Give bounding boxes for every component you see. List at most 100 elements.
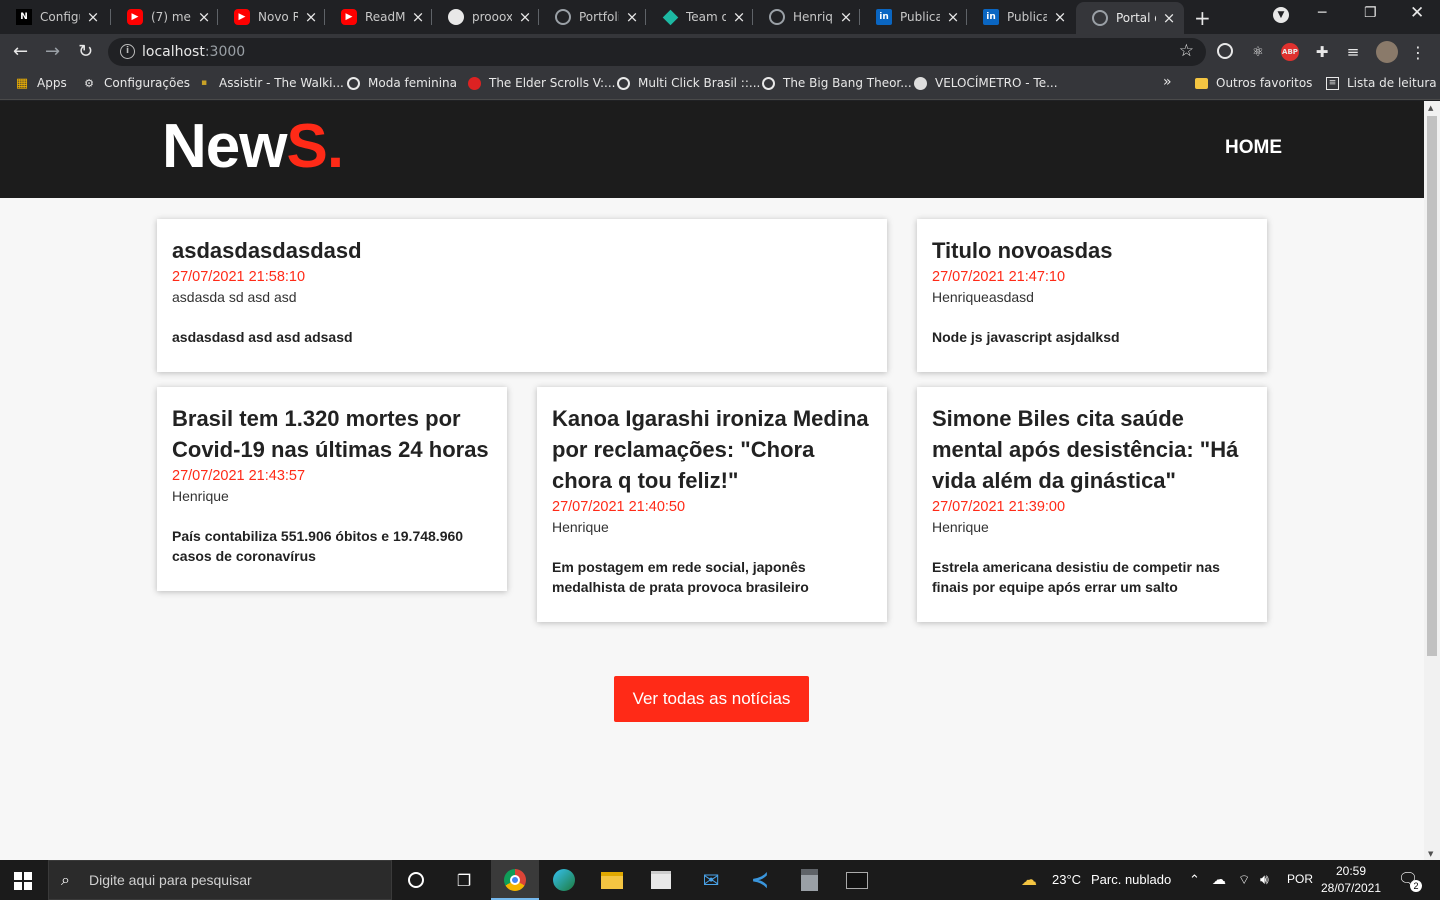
- weather-temperature[interactable]: 23°C: [1052, 872, 1081, 887]
- news-card[interactable]: asdasdasdasdasd 27/07/2021 21:58:10 asda…: [157, 219, 887, 372]
- apps-grid-icon: ▦: [15, 75, 29, 91]
- browser-tab[interactable]: Henriqu ×: [753, 4, 860, 30]
- news-title[interactable]: Titulo novoasdas: [932, 235, 1252, 266]
- weather-icon[interactable]: ☁: [1021, 870, 1037, 890]
- profile-avatar[interactable]: [1376, 41, 1398, 63]
- scroll-up-icon[interactable]: ▲: [1428, 104, 1433, 112]
- close-icon[interactable]: ×: [839, 8, 853, 26]
- browser-tab[interactable]: in Publicac ×: [967, 4, 1074, 30]
- bookmark-item[interactable]: ▪ Assistir - The Walki...: [197, 76, 344, 90]
- onedrive-cloud-icon[interactable]: ☁: [1212, 871, 1226, 888]
- menu-kebab-icon[interactable]: ⋮: [1409, 43, 1427, 62]
- language-indicator[interactable]: POR: [1287, 872, 1313, 886]
- browser-tab[interactable]: proooxy ×: [432, 4, 539, 30]
- reading-list-button[interactable]: ≡ Lista de leitura: [1326, 76, 1437, 90]
- minimize-icon[interactable]: ─: [1318, 5, 1326, 21]
- browser-tab[interactable]: Team o ×: [646, 4, 753, 30]
- close-icon[interactable]: ×: [86, 8, 100, 26]
- mail-icon[interactable]: ✉: [699, 868, 723, 892]
- bookmarks-overflow-icon[interactable]: »: [1163, 74, 1172, 90]
- close-icon[interactable]: ×: [1162, 9, 1176, 27]
- wifi-icon[interactable]: ⌔: [1238, 872, 1250, 888]
- file-explorer-icon[interactable]: [600, 868, 624, 892]
- news-card[interactable]: Kanoa Igarashi ironiza Medina por reclam…: [537, 387, 887, 622]
- reload-icon[interactable]: ↻: [78, 41, 93, 62]
- news-card[interactable]: Simone Biles cita saúde mental após desi…: [917, 387, 1267, 622]
- news-title[interactable]: Brasil tem 1.320 mortes por Covid-19 nas…: [172, 403, 492, 465]
- restore-icon[interactable]: ❐: [1364, 5, 1377, 21]
- logo-main: New: [162, 112, 287, 181]
- url-text[interactable]: localhost:3000: [142, 44, 245, 60]
- bookmark-item[interactable]: VELOCÍMETRO - Te...: [914, 76, 1058, 90]
- close-icon[interactable]: ×: [732, 8, 746, 26]
- bookmark-apps[interactable]: ▦ Apps: [15, 75, 67, 91]
- forward-icon[interactable]: →: [45, 41, 60, 62]
- view-all-news-button[interactable]: Ver todas as notícias: [614, 676, 809, 722]
- close-icon[interactable]: ×: [518, 8, 532, 26]
- terminal-icon[interactable]: [845, 868, 869, 892]
- adblock-plus-icon[interactable]: ABP: [1281, 43, 1299, 61]
- scroll-down-icon[interactable]: ▼: [1428, 850, 1433, 858]
- page-viewport: NewS. HOME asdasdasdasdasd 27/07/2021 21…: [0, 101, 1424, 860]
- news-title[interactable]: asdasdasdasdasd: [172, 235, 872, 266]
- chrome-icon[interactable]: [503, 868, 527, 892]
- weather-description[interactable]: Parc. nublado: [1091, 872, 1171, 887]
- tab-title: Team o: [686, 10, 726, 24]
- news-card[interactable]: Brasil tem 1.320 mortes por Covid-19 nas…: [157, 387, 507, 591]
- page-scrollbar[interactable]: ▲ ▼: [1424, 101, 1440, 860]
- globe-icon: [617, 76, 630, 90]
- address-bar[interactable]: i localhost:3000 ☆: [108, 38, 1206, 66]
- task-view-icon[interactable]: ❐: [452, 868, 476, 892]
- microsoft-store-icon[interactable]: [649, 868, 673, 892]
- tab-search-icon[interactable]: ▼: [1273, 7, 1289, 23]
- window-close-icon[interactable]: ✕: [1410, 3, 1424, 23]
- browser-tab[interactable]: ▶ Novo Re ×: [218, 4, 325, 30]
- github-icon: [448, 9, 464, 25]
- browser-tab[interactable]: N Configu ×: [0, 4, 111, 30]
- close-icon[interactable]: ×: [197, 8, 211, 26]
- edge-icon[interactable]: [552, 868, 576, 892]
- browser-tab[interactable]: in Publicac ×: [860, 4, 967, 30]
- bookmark-item[interactable]: ⚙ Configurações: [82, 76, 190, 90]
- bookmark-item[interactable]: The Big Bang Theor...: [762, 76, 912, 90]
- bookmark-item[interactable]: Moda feminina: [347, 76, 457, 90]
- cortana-icon[interactable]: [404, 868, 428, 892]
- bookmark-star-icon[interactable]: ☆: [1179, 41, 1194, 61]
- close-icon[interactable]: ×: [411, 8, 425, 26]
- new-tab-button[interactable]: +: [1194, 6, 1211, 30]
- react-devtools-icon[interactable]: ⚛: [1249, 43, 1267, 61]
- site-logo[interactable]: NewS.: [162, 111, 344, 182]
- news-title[interactable]: Simone Biles cita saúde mental após desi…: [932, 403, 1252, 496]
- close-icon[interactable]: ×: [946, 8, 960, 26]
- vscode-icon[interactable]: ≺: [748, 868, 772, 893]
- close-icon[interactable]: ×: [625, 8, 639, 26]
- chevron-up-icon[interactable]: ⌃: [1189, 872, 1200, 888]
- site-info-icon[interactable]: i: [120, 44, 135, 59]
- bookmark-item[interactable]: Multi Click Brasil ::...: [617, 76, 760, 90]
- browser-tab[interactable]: ▶ ReadMe ×: [325, 4, 432, 30]
- taskbar-clock[interactable]: 20:59 28/07/2021: [1318, 863, 1384, 897]
- news-date: 27/07/2021 21:47:10: [932, 269, 1066, 285]
- scrollbar-thumb[interactable]: [1427, 116, 1437, 656]
- news-card[interactable]: Titulo novoasdas 27/07/2021 21:47:10 Hen…: [917, 219, 1267, 372]
- clock-time: 20:59: [1335, 864, 1367, 878]
- puzzle-extensions-icon[interactable]: ✚: [1313, 43, 1331, 61]
- browser-tab[interactable]: ▶ (7) melh ×: [111, 4, 218, 30]
- browser-tab-active[interactable]: Portal d ×: [1076, 2, 1184, 34]
- calculator-icon[interactable]: [797, 868, 821, 892]
- back-icon[interactable]: ←: [13, 41, 28, 62]
- taskbar-search-box[interactable]: ⌕ Digite aqui para pesquisar: [48, 860, 392, 900]
- nav-home-link[interactable]: HOME: [1225, 137, 1282, 159]
- tab-title: (7) melh: [151, 10, 191, 24]
- tab-title: ReadMe: [365, 10, 405, 24]
- bookmark-other-folder[interactable]: Outros favoritos: [1195, 76, 1312, 90]
- browser-tab[interactable]: Portfolio ×: [539, 4, 646, 30]
- windows-start-icon[interactable]: [14, 872, 32, 890]
- volume-icon[interactable]: 🔊︎: [1260, 871, 1269, 888]
- media-queue-icon[interactable]: ≡: [1344, 43, 1362, 61]
- news-title[interactable]: Kanoa Igarashi ironiza Medina por reclam…: [552, 403, 872, 496]
- bookmark-item[interactable]: The Elder Scrolls V:...: [468, 76, 615, 90]
- close-icon[interactable]: ×: [304, 8, 318, 26]
- extension-icon[interactable]: [1217, 43, 1233, 59]
- close-icon[interactable]: ×: [1053, 8, 1067, 26]
